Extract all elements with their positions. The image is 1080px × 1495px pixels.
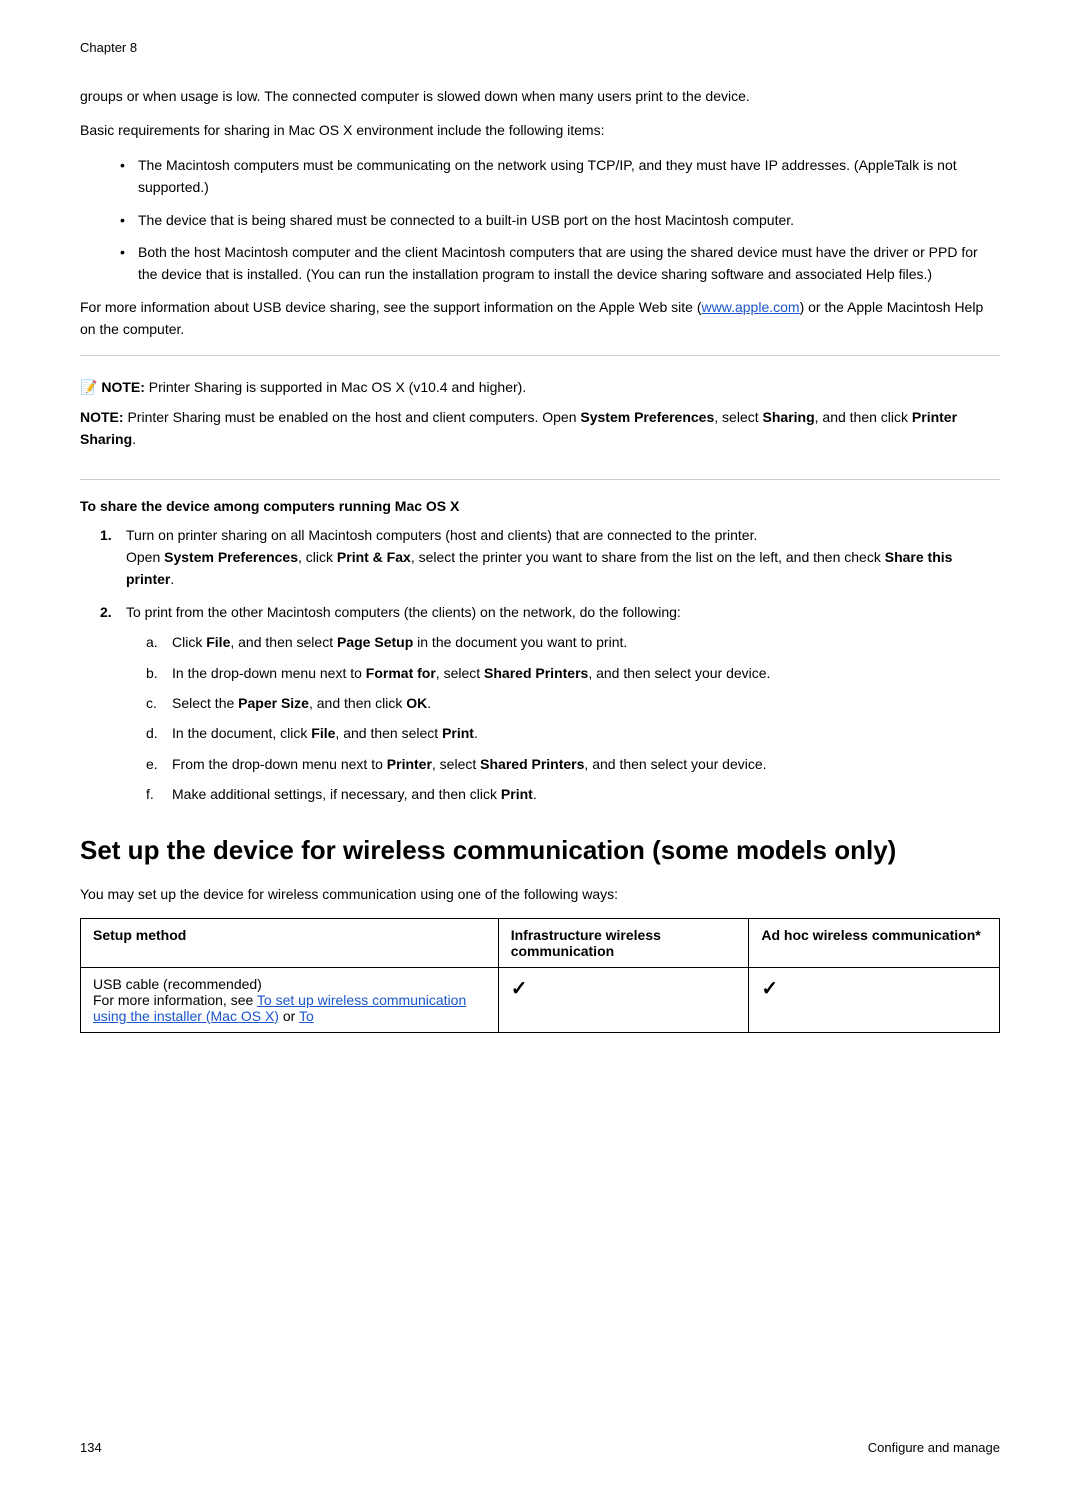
substep-d-text: In the document, click — [172, 725, 311, 741]
substep-f-bold1: Print — [501, 786, 533, 802]
substep-c-bold2: OK — [406, 695, 427, 711]
table-header-adhoc: Ad hoc wireless communication* — [749, 918, 1000, 967]
substeps-list: Click File, and then select Page Setup i… — [146, 631, 1000, 805]
th-infra-label: Infrastructure wireless communication — [511, 927, 661, 959]
table-cell-infra: ✓ — [498, 967, 749, 1032]
method-sub-mid: or — [279, 1008, 299, 1024]
substep-b-end: , and then select your device. — [588, 665, 770, 681]
table-cell-adhoc: ✓ — [749, 967, 1000, 1032]
step-1-bold2: Print & Fax — [337, 549, 411, 565]
step-1-period: . — [170, 571, 174, 587]
share-heading: To share the device among computers runn… — [80, 498, 1000, 514]
method-sub-pre: For more information, see — [93, 992, 257, 1008]
substep-e-mid: , select — [432, 756, 480, 772]
adhoc-checkmark: ✓ — [761, 978, 778, 1000]
table-cell-method: USB cable (recommended) For more informa… — [81, 967, 499, 1032]
substep-f-period: . — [533, 786, 537, 802]
table-row: USB cable (recommended) For more informa… — [81, 967, 1000, 1032]
requirements-list: The Macintosh computers must be communic… — [120, 154, 1000, 286]
substep-b-text: In the drop-down menu next to — [172, 665, 366, 681]
substep-b-mid: , select — [436, 665, 484, 681]
note-2-label: NOTE: — [80, 409, 124, 425]
list-item: The Macintosh computers must be communic… — [120, 154, 1000, 199]
page: Chapter 8 groups or when usage is low. T… — [0, 0, 1080, 1495]
step-2: To print from the other Macintosh comput… — [100, 601, 1000, 806]
substep-b-bold1: Format for — [366, 665, 436, 681]
substep-a-mid: , and then select — [230, 634, 337, 650]
installer-link-2[interactable]: To — [299, 1008, 314, 1024]
substep-d-bold2: Print — [442, 725, 474, 741]
note-2-mid: , select — [714, 409, 762, 425]
divider-1 — [80, 355, 1000, 356]
step-1-mid2: , select the printer you want to share f… — [411, 549, 885, 565]
note-1-text: Printer Sharing is supported in Mac OS X… — [149, 379, 526, 395]
note-icon: 📝 — [80, 379, 101, 395]
substep-a-end: in the document you want to print. — [413, 634, 627, 650]
chapter-label: Chapter 8 — [80, 40, 137, 55]
note-box-1: 📝 NOTE: Printer Sharing is supported in … — [80, 370, 1000, 465]
substep-c-bold1: Paper Size — [238, 695, 309, 711]
substep-b: In the drop-down menu next to Format for… — [146, 662, 1000, 684]
list-item: Both the host Macintosh computer and the… — [120, 241, 1000, 286]
intro-para-2: Basic requirements for sharing in Mac OS… — [80, 119, 1000, 141]
th-setup-label: Setup method — [93, 927, 186, 943]
step-1-text: Turn on printer sharing on all Macintosh… — [126, 527, 757, 543]
usb-info-text: For more information about USB device sh… — [80, 299, 702, 315]
substep-e: From the drop-down menu next to Printer,… — [146, 753, 1000, 775]
note-2-bold1: System Preferences — [580, 409, 714, 425]
substep-a-text: Click — [172, 634, 206, 650]
substep-e-text: From the drop-down menu next to — [172, 756, 387, 772]
footer-section: Configure and manage — [868, 1440, 1000, 1455]
table-header-row: Setup method Infrastructure wireless com… — [81, 918, 1000, 967]
substep-a: Click File, and then select Page Setup i… — [146, 631, 1000, 653]
substep-c-end: , and then click — [309, 695, 406, 711]
method-text: USB cable (recommended) — [93, 976, 262, 992]
divider-2 — [80, 479, 1000, 480]
substep-d-mid: , and then select — [335, 725, 442, 741]
substep-e-bold1: Printer — [387, 756, 432, 772]
setup-table: Setup method Infrastructure wireless com… — [80, 918, 1000, 1033]
note-2-text: Printer Sharing must be enabled on the h… — [127, 409, 580, 425]
step-2-text: To print from the other Macintosh comput… — [126, 604, 681, 620]
substep-c: Select the Paper Size, and then click OK… — [146, 692, 1000, 714]
substep-b-bold2: Shared Printers — [484, 665, 588, 681]
intro-para-1: groups or when usage is low. The connect… — [80, 85, 1000, 107]
step-1-sub: Open — [126, 549, 164, 565]
note-label: NOTE: — [101, 379, 145, 395]
substep-e-end: , and then select your device. — [584, 756, 766, 772]
substep-e-bold2: Shared Printers — [480, 756, 584, 772]
table-header-infra: Infrastructure wireless communication — [498, 918, 749, 967]
note-2-end: , and then click — [815, 409, 912, 425]
section-title: Set up the device for wireless communica… — [80, 834, 1000, 868]
step-1-bold1: System Preferences — [164, 549, 298, 565]
substep-c-period: . — [427, 695, 431, 711]
substep-f-text: Make additional settings, if necessary, … — [172, 786, 501, 802]
substep-c-text: Select the — [172, 695, 238, 711]
usb-info: For more information about USB device sh… — [80, 296, 1000, 341]
note-1: 📝 NOTE: Printer Sharing is supported in … — [80, 376, 1000, 398]
list-item: The device that is being shared must be … — [120, 209, 1000, 231]
infra-checkmark: ✓ — [511, 978, 528, 1000]
page-footer: 134 Configure and manage — [80, 1440, 1000, 1455]
substep-d-bold1: File — [311, 725, 335, 741]
note-2-period: . — [132, 431, 136, 447]
note-2-bold2: Sharing — [763, 409, 815, 425]
step-1-mid1: , click — [298, 549, 337, 565]
table-header-setup: Setup method — [81, 918, 499, 967]
page-number: 134 — [80, 1440, 102, 1455]
substep-f: Make additional settings, if necessary, … — [146, 783, 1000, 805]
substep-a-bold2: Page Setup — [337, 634, 413, 650]
step-1: Turn on printer sharing on all Macintosh… — [100, 524, 1000, 591]
substep-d: In the document, click File, and then se… — [146, 722, 1000, 744]
th-adhoc-label: Ad hoc wireless communication* — [761, 927, 980, 943]
substep-d-period: . — [474, 725, 478, 741]
note-2: NOTE: Printer Sharing must be enabled on… — [80, 406, 1000, 451]
apple-link[interactable]: www.apple.com — [702, 299, 800, 315]
section-intro: You may set up the device for wireless c… — [80, 883, 1000, 905]
steps-list: Turn on printer sharing on all Macintosh… — [100, 524, 1000, 806]
chapter-header: Chapter 8 — [80, 40, 1000, 55]
substep-a-bold1: File — [206, 634, 230, 650]
